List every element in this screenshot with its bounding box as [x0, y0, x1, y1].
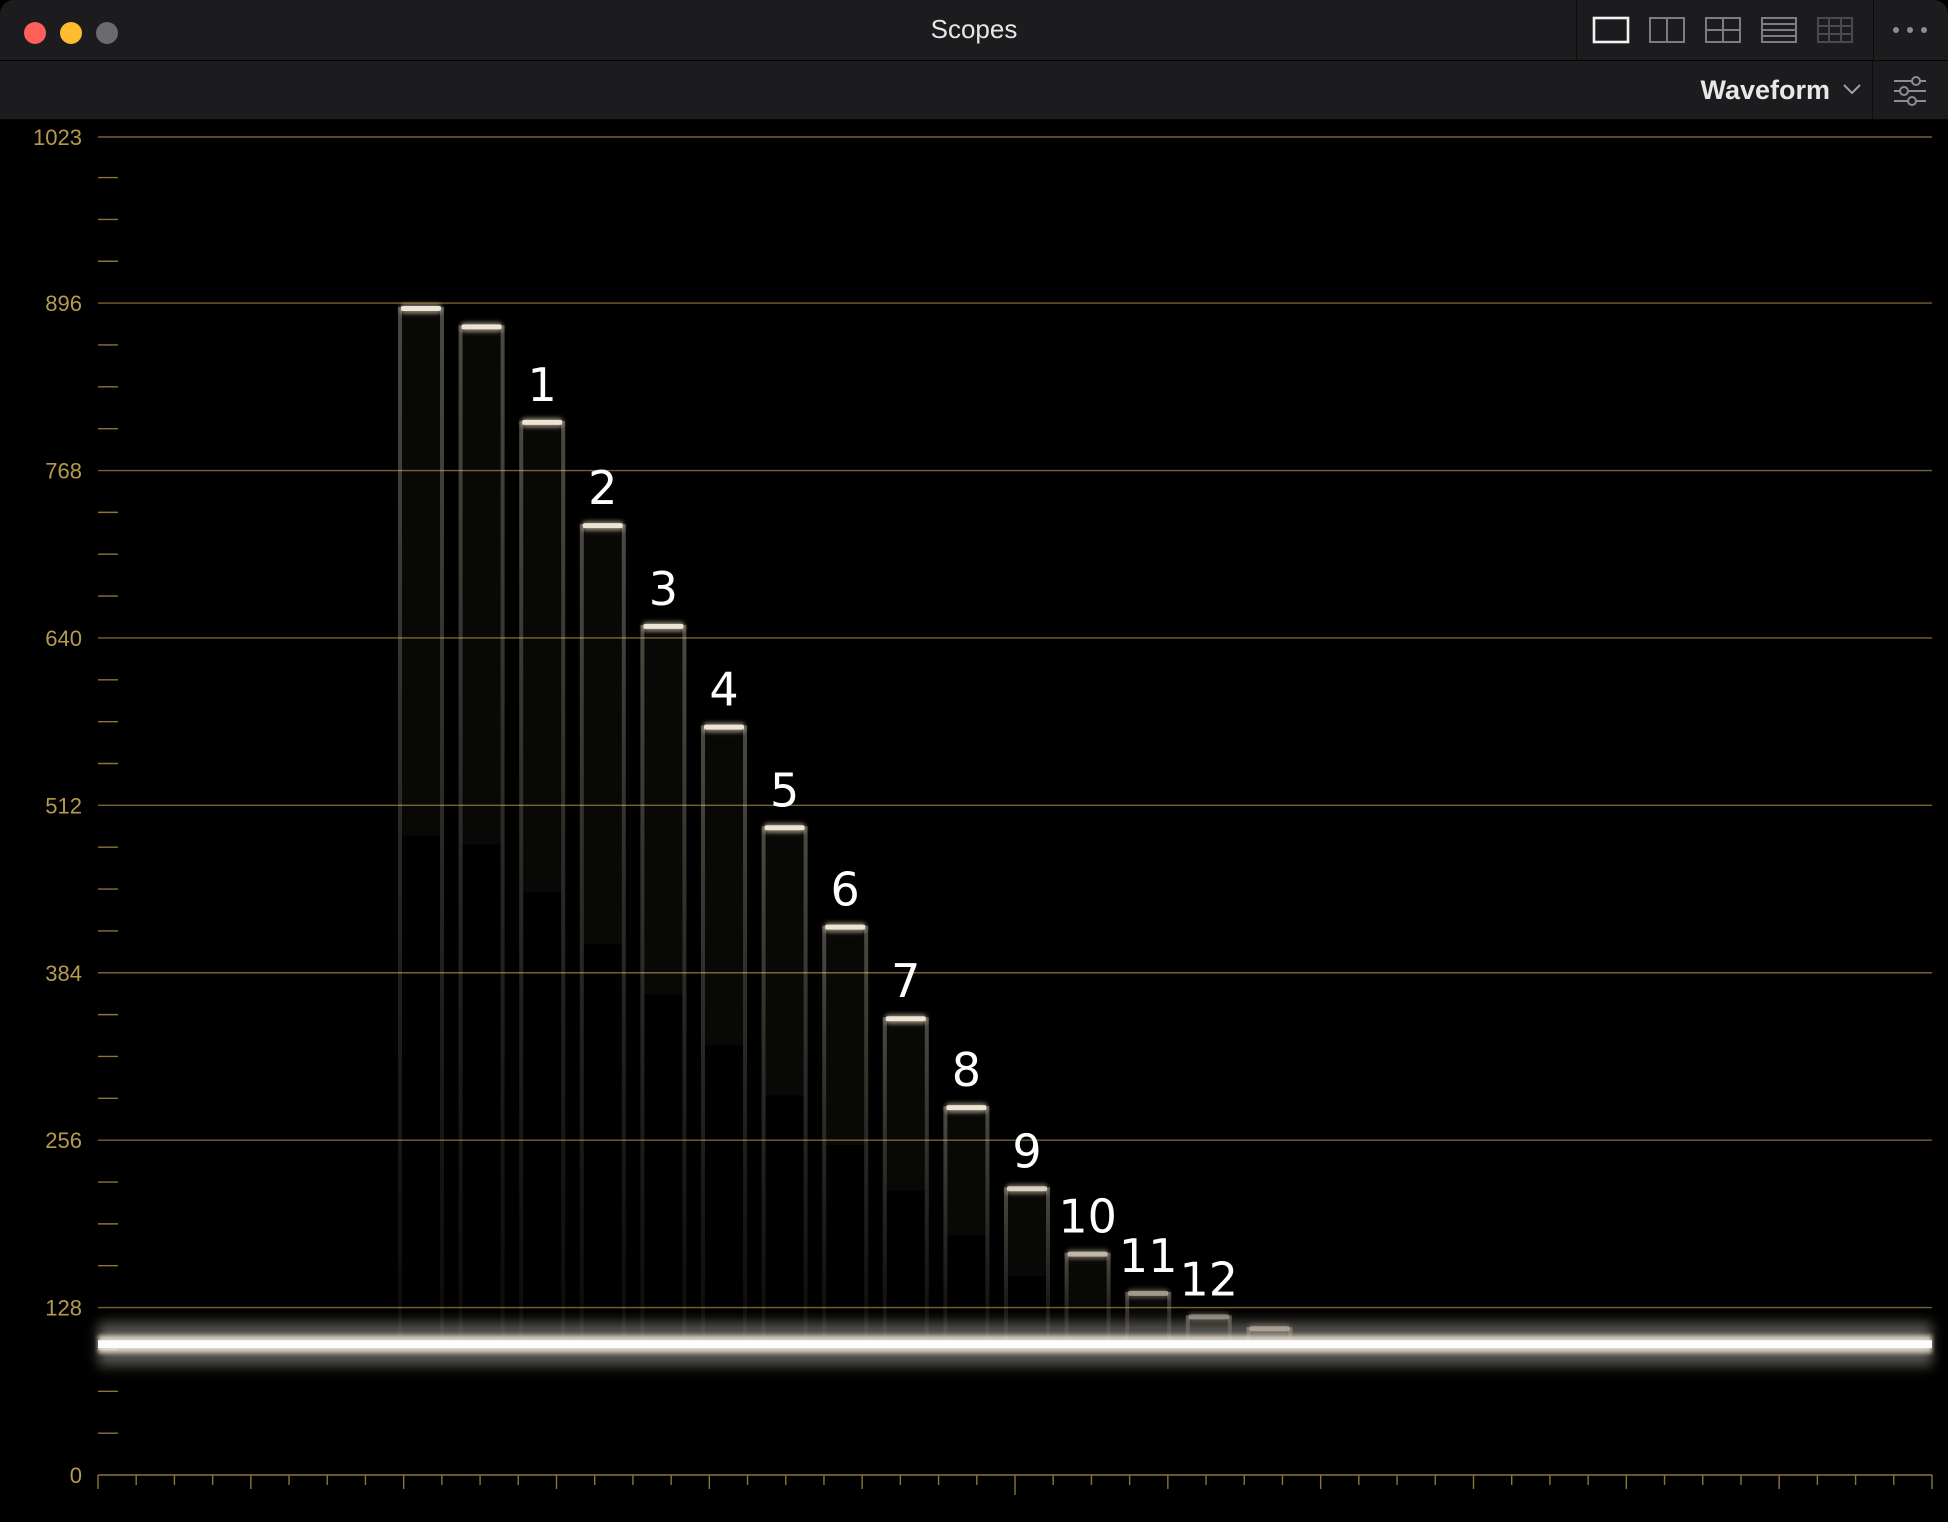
step-level — [1128, 1290, 1169, 1296]
scopes-window: Scopes Waveform 1023 896 768 640 512 384… — [0, 0, 1948, 1522]
quad-view-icon[interactable] — [1703, 14, 1743, 46]
step-stem — [579, 524, 584, 1345]
y-tick-label: 1023 — [33, 125, 82, 150]
chevron-down-icon — [1840, 77, 1864, 101]
zoom-window-button[interactable] — [96, 22, 118, 44]
y-tick-label: 768 — [45, 459, 82, 484]
toolbar-divider — [1872, 61, 1873, 119]
step-haze — [1129, 1301, 1168, 1329]
step-stem — [458, 325, 463, 1345]
step-label: 3 — [649, 562, 678, 616]
step-haze — [583, 534, 622, 945]
step-label: 12 — [1180, 1252, 1239, 1306]
step-stem — [1046, 1187, 1050, 1345]
step-level — [582, 523, 623, 529]
step-stem — [985, 1106, 990, 1345]
scope-mode-dropdown[interactable]: Waveform — [1684, 71, 1864, 109]
sliders-icon[interactable] — [1888, 71, 1932, 111]
step-label: 1 — [528, 358, 557, 412]
step-level — [704, 724, 744, 730]
y-tick-label: 640 — [45, 626, 82, 651]
step-haze — [1068, 1262, 1107, 1309]
step-stem — [519, 420, 524, 1345]
step-label: 10 — [1058, 1190, 1117, 1244]
step-haze — [705, 735, 743, 1045]
step-haze — [886, 1027, 925, 1191]
step-label: 11 — [1119, 1229, 1178, 1283]
step-stem — [882, 1017, 887, 1345]
grid-view-icon[interactable] — [1815, 14, 1855, 46]
step-haze — [462, 335, 501, 845]
step-level — [1188, 1314, 1229, 1320]
y-tick-label: 512 — [45, 793, 82, 818]
step-label: 7 — [891, 954, 920, 1008]
step-stem — [561, 420, 566, 1345]
step-stem — [924, 1017, 929, 1345]
step-stem — [822, 925, 827, 1345]
title-bar[interactable]: Scopes — [0, 0, 1948, 61]
step-stem — [500, 325, 505, 1345]
step-level — [946, 1105, 987, 1111]
step-haze — [523, 430, 562, 893]
step-label: 6 — [831, 863, 860, 917]
step-stem — [640, 624, 645, 1345]
scope-mode-label: Waveform — [1700, 75, 1830, 105]
y-tick-label: 128 — [45, 1296, 82, 1321]
close-window-button[interactable] — [24, 22, 46, 44]
step-stem — [761, 826, 766, 1345]
step-level — [1067, 1251, 1108, 1257]
step-stem — [743, 725, 747, 1345]
step-level — [401, 306, 441, 312]
step-label: 5 — [770, 763, 799, 817]
step-stem — [621, 524, 626, 1345]
more-options-icon[interactable] — [1888, 16, 1932, 44]
step-label: 9 — [1012, 1124, 1041, 1178]
step-level — [461, 324, 502, 330]
y-tick-label: 0 — [70, 1463, 82, 1488]
baseline-core — [98, 1340, 1932, 1349]
step-stem — [943, 1106, 948, 1345]
scope-toolbar: Waveform — [0, 61, 1948, 120]
single-view-icon[interactable] — [1591, 14, 1631, 46]
step-level — [522, 419, 563, 425]
step-label: 2 — [588, 461, 617, 515]
step-haze — [765, 836, 804, 1096]
waveform-chart: 10238967686405123842561280 1234567891011… — [33, 125, 1933, 1495]
step-level — [764, 825, 805, 831]
step-stem — [1004, 1187, 1008, 1345]
step-stem — [398, 307, 402, 1345]
y-tick-label: 384 — [45, 961, 82, 986]
step-stem — [440, 307, 444, 1345]
stacked-view-icon[interactable] — [1759, 14, 1799, 46]
step-haze — [947, 1116, 986, 1236]
step-stem — [1106, 1252, 1111, 1345]
step-level — [643, 623, 684, 629]
step-stem — [803, 826, 808, 1345]
step-level — [825, 924, 866, 930]
step-haze — [644, 634, 683, 995]
minimize-window-button[interactable] — [60, 22, 82, 44]
step-stem — [1064, 1252, 1069, 1345]
y-tick-label: 896 — [45, 291, 82, 316]
step-level — [1249, 1326, 1290, 1332]
waveform-scope[interactable]: 1023 896 768 640 512 384 256 128 0 1 2 3 4 5 6 7 8 9 10 11… — [0, 120, 1948, 1522]
step-stem — [701, 725, 705, 1345]
two-up-view-icon[interactable] — [1647, 14, 1687, 46]
step-stem — [682, 624, 687, 1345]
step-haze — [402, 317, 440, 836]
step-level — [1007, 1186, 1047, 1192]
step-label: 4 — [709, 663, 738, 717]
step-label: 8 — [952, 1043, 981, 1097]
step-level — [885, 1016, 926, 1022]
y-tick-label: 256 — [45, 1128, 82, 1153]
step-stem — [864, 925, 869, 1345]
step-haze — [1008, 1197, 1046, 1276]
layout-selector — [1576, 0, 1874, 60]
step-haze — [826, 935, 865, 1145]
